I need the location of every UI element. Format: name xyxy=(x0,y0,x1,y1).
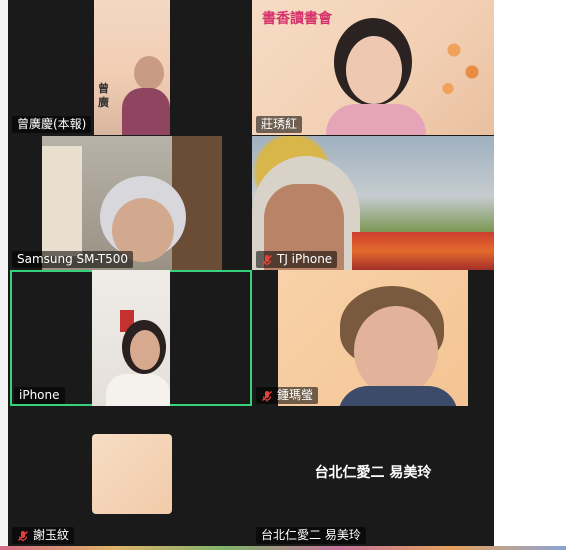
participant-tile[interactable]: 曾廣 曾廣慶(本報) xyxy=(8,0,246,135)
participant-tile[interactable]: Samsung SM-T500 xyxy=(8,136,246,270)
banner-text: 書香讀書會 xyxy=(262,11,332,27)
participant-nameplate: 台北仁愛二 易美玲 xyxy=(314,465,432,481)
participant-name-tag: Samsung SM-T500 xyxy=(12,251,133,268)
participant-name: 鍾瑪瑩 xyxy=(277,388,314,402)
left-edge xyxy=(0,0,8,546)
participant-name-tag: iPhone xyxy=(14,387,65,404)
participant-tile[interactable]: 鍾瑪瑩 xyxy=(252,270,494,406)
participant-name: 謝玉紋 xyxy=(33,528,70,542)
participant-tile[interactable]: 謝玉紋 xyxy=(8,408,252,546)
participant-tile[interactable]: TJ iPhone xyxy=(252,136,494,270)
participant-tile[interactable]: 台北仁愛二 易美玲 台北仁愛二 易美玲 xyxy=(252,408,494,546)
participant-name: TJ iPhone xyxy=(277,252,333,266)
participant-name-tag: 台北仁愛二 易美玲 xyxy=(256,527,366,544)
participant-tile-active[interactable]: iPhone xyxy=(10,270,252,406)
participant-tile[interactable]: 書香讀書會 莊琇紅 xyxy=(252,0,494,135)
participant-video: 書香讀書會 xyxy=(252,0,494,135)
bottom-color-strip xyxy=(0,546,566,550)
avatar xyxy=(92,434,172,514)
participant-video xyxy=(92,270,170,406)
right-blank-panel xyxy=(494,0,566,546)
participant-video xyxy=(252,136,494,270)
participant-name-tag: 莊琇紅 xyxy=(256,116,303,133)
muted-mic-icon xyxy=(18,530,28,541)
participant-name-tag: TJ iPhone xyxy=(256,251,338,268)
participant-name: 莊琇紅 xyxy=(261,117,298,131)
participant-name: 曾廣慶(本報) xyxy=(17,117,87,131)
participant-video xyxy=(278,270,468,406)
participant-name-tag: 曾廣慶(本報) xyxy=(12,116,92,133)
participant-video: 曾廣 xyxy=(94,0,170,135)
participant-name-tag: 鍾瑪瑩 xyxy=(256,387,319,404)
participant-name-tag: 謝玉紋 xyxy=(12,527,75,544)
participant-name: Samsung SM-T500 xyxy=(17,252,128,266)
participant-name: iPhone xyxy=(19,388,60,402)
gallery-view: 曾廣 曾廣慶(本報) 書香讀書會 莊琇紅 Samsung SM-T500 TJ … xyxy=(8,0,494,546)
muted-mic-icon xyxy=(262,254,272,265)
banner-overlay-text: 曾廣 xyxy=(98,82,109,109)
participant-video xyxy=(42,136,222,270)
muted-mic-icon xyxy=(262,390,272,401)
participant-name: 台北仁愛二 易美玲 xyxy=(261,528,361,542)
